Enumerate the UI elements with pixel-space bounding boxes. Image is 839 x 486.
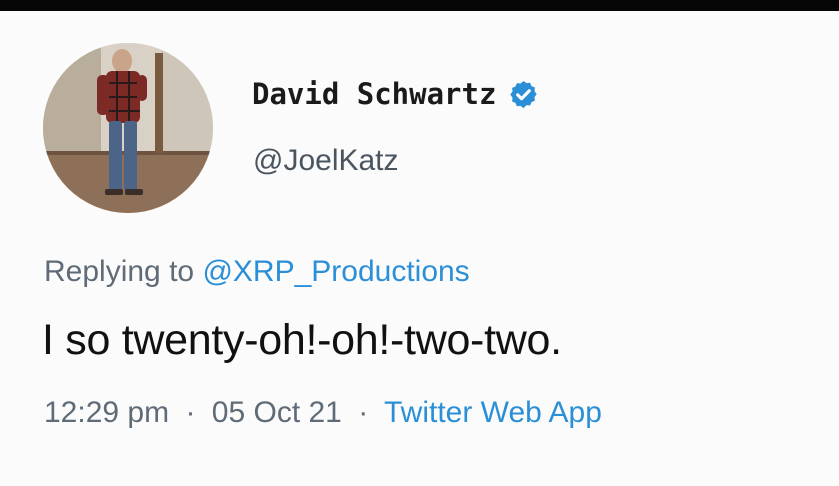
- author-display-name[interactable]: David Schwartz: [252, 77, 496, 111]
- tweet-screenshot: David Schwartz @JoelKatz Replying to @XR…: [0, 0, 839, 486]
- meta-separator: ·: [358, 396, 369, 429]
- meta-separator: ·: [185, 396, 196, 429]
- reply-context: Replying to @XRP_Productions: [44, 255, 470, 289]
- author-row: David Schwartz: [252, 74, 539, 114]
- verified-badge-icon: [508, 79, 539, 110]
- tweet-date[interactable]: 05 Oct 21: [212, 396, 342, 429]
- author-handle[interactable]: @JoelKatz: [253, 144, 399, 178]
- tweet-meta: 12:29 pm · 05 Oct 21 · Twitter Web App: [44, 396, 602, 430]
- reply-prefix: Replying to: [44, 255, 195, 288]
- tweet-text: I so twenty-oh!-oh!-two-two.: [42, 316, 562, 364]
- tweet-source-link[interactable]: Twitter Web App: [384, 396, 602, 429]
- reply-to-link[interactable]: @XRP_Productions: [202, 255, 469, 288]
- tweet-time[interactable]: 12:29 pm: [44, 396, 169, 429]
- top-bar: [0, 0, 839, 11]
- avatar[interactable]: [43, 43, 213, 213]
